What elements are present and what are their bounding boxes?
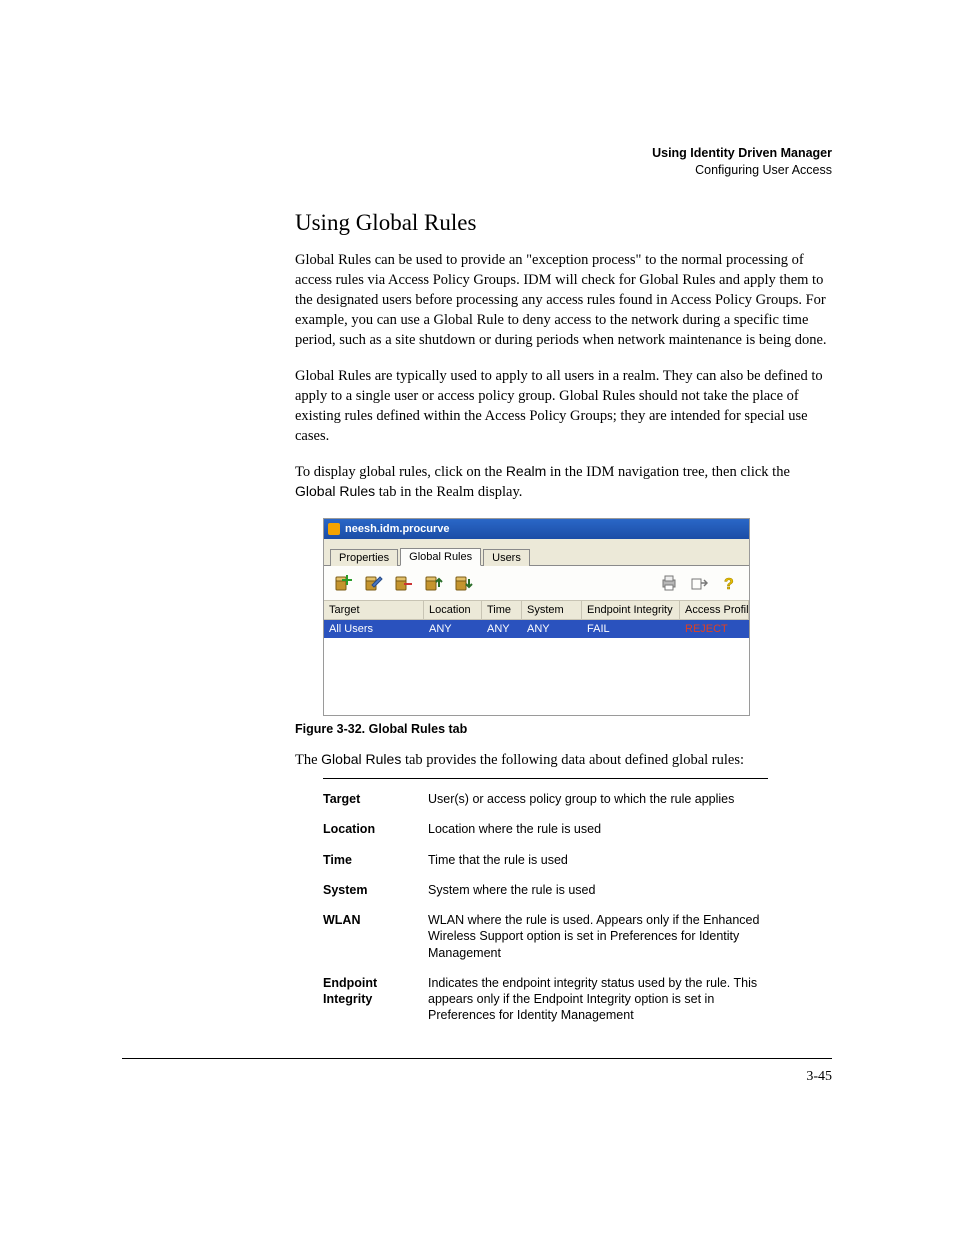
cell-time: ANY <box>482 620 522 638</box>
definition-row: System System where the rule is used <box>323 882 768 898</box>
grid-body: All Users ANY ANY ANY FAIL REJECT <box>324 620 749 715</box>
ui-term: Global Rules <box>295 483 375 499</box>
def-term: Target <box>323 791 428 807</box>
tab-users[interactable]: Users <box>483 549 530 566</box>
definition-row: Time Time that the rule is used <box>323 852 768 868</box>
def-term: Location <box>323 821 428 837</box>
window-titlebar: neesh.idm.procurve <box>324 519 749 539</box>
print-icon[interactable] <box>655 570 683 596</box>
col-access-profile[interactable]: Access Profile <box>680 601 749 619</box>
move-down-icon[interactable] <box>450 570 478 596</box>
tab-global-rules[interactable]: Global Rules <box>400 548 481 566</box>
def-term: WLAN <box>323 912 428 961</box>
cell-endpoint-integrity: FAIL <box>582 620 680 638</box>
text-run: To display global rules, click on the <box>295 464 506 480</box>
cell-access-profile: REJECT <box>680 620 749 638</box>
tab-strip: Properties Global Rules Users <box>324 539 749 565</box>
screenshot-global-rules-tab: neesh.idm.procurve Properties Global Rul… <box>323 518 750 716</box>
cell-system: ANY <box>522 620 582 638</box>
svg-text:?: ? <box>724 576 734 592</box>
definition-row: WLAN WLAN where the rule is used. Appear… <box>323 912 768 961</box>
text-run: in the IDM navigation tree, then click t… <box>546 464 790 480</box>
def-desc: Time that the rule is used <box>428 852 768 868</box>
body-paragraph: To display global rules, click on the Re… <box>295 462 832 502</box>
def-term: Endpoint Integrity <box>323 975 428 1024</box>
table-row[interactable]: All Users ANY ANY ANY FAIL REJECT <box>324 620 749 638</box>
def-desc: Indicates the endpoint integrity status … <box>428 975 768 1024</box>
col-system[interactable]: System <box>522 601 582 619</box>
col-time[interactable]: Time <box>482 601 522 619</box>
grid-header: Target Location Time System Endpoint Int… <box>324 600 749 620</box>
def-desc: Location where the rule is used <box>428 821 768 837</box>
edit-rule-icon[interactable] <box>360 570 388 596</box>
ui-term: Global Rules <box>321 751 401 767</box>
new-rule-icon[interactable] <box>330 570 358 596</box>
export-icon[interactable] <box>685 570 713 596</box>
text-run: tab provides the following data about de… <box>401 752 744 768</box>
col-endpoint-integrity[interactable]: Endpoint Integrity <box>582 601 680 619</box>
def-desc: User(s) or access policy group to which … <box>428 791 768 807</box>
def-term: Time <box>323 852 428 868</box>
body-paragraph: The Global Rules tab provides the follow… <box>295 750 832 770</box>
section-heading: Using Global Rules <box>295 210 832 236</box>
definition-row: Target User(s) or access policy group to… <box>323 791 768 807</box>
def-desc: System where the rule is used <box>428 882 768 898</box>
ui-term: Realm <box>506 463 546 479</box>
tab-properties[interactable]: Properties <box>330 549 398 566</box>
footer-rule <box>122 1058 832 1059</box>
text-run: The <box>295 752 321 768</box>
def-term: System <box>323 882 428 898</box>
app-icon <box>328 523 340 535</box>
page-number: 3-45 <box>122 1069 832 1085</box>
toolbar: ? <box>324 565 749 600</box>
cell-target: All Users <box>324 620 424 638</box>
text-run: tab in the Realm display. <box>375 484 522 500</box>
cell-location: ANY <box>424 620 482 638</box>
delete-rule-icon[interactable] <box>390 570 418 596</box>
figure-caption: Figure 3-32. Global Rules tab <box>295 722 832 736</box>
window-title: neesh.idm.procurve <box>345 523 450 535</box>
def-desc: WLAN where the rule is used. Appears onl… <box>428 912 768 961</box>
header-section: Configuring User Access <box>652 162 832 179</box>
header-chapter: Using Identity Driven Manager <box>652 145 832 162</box>
definition-row: Endpoint Integrity Indicates the endpoin… <box>323 975 768 1024</box>
col-location[interactable]: Location <box>424 601 482 619</box>
body-paragraph: Global Rules are typically used to apply… <box>295 366 832 446</box>
body-paragraph: Global Rules can be used to provide an "… <box>295 250 832 350</box>
help-icon[interactable]: ? <box>715 570 743 596</box>
running-header: Using Identity Driven Manager Configurin… <box>652 145 832 179</box>
col-target[interactable]: Target <box>324 601 424 619</box>
move-up-icon[interactable] <box>420 570 448 596</box>
definition-row: Location Location where the rule is used <box>323 821 768 837</box>
definitions-table: Target User(s) or access policy group to… <box>323 778 768 1024</box>
